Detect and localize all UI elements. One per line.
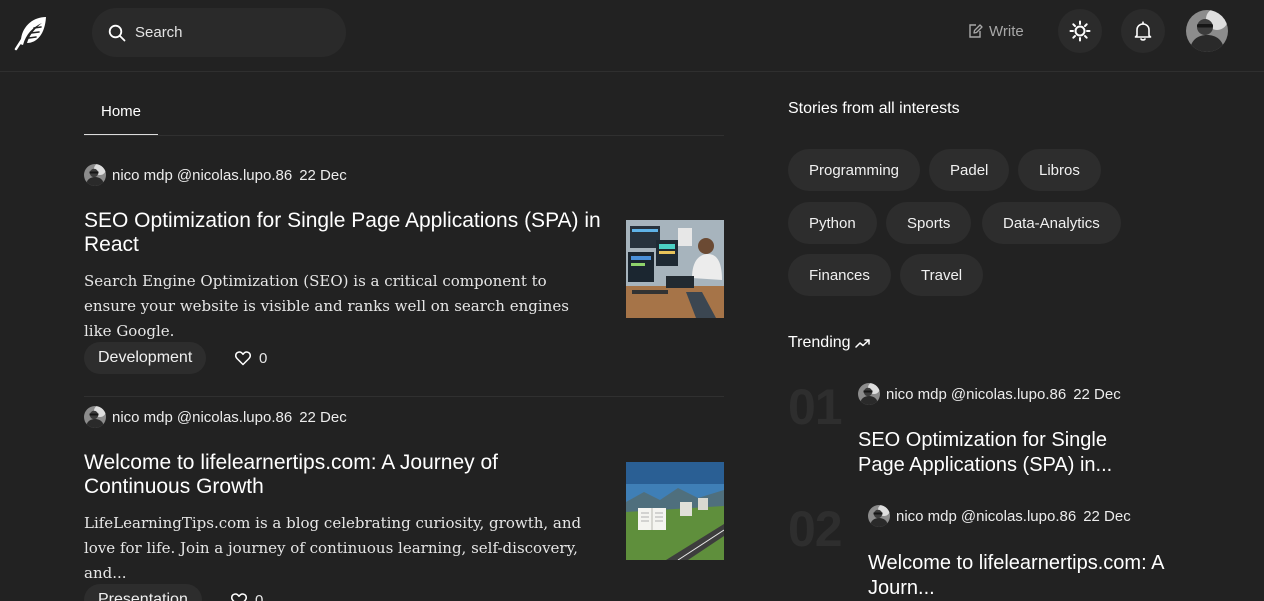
author-handle[interactable]: @nicolas.lupo.86 xyxy=(961,508,1076,525)
author-avatar[interactable] xyxy=(858,383,880,405)
trending-up-icon xyxy=(854,339,870,348)
interest-chip-data-analytics[interactable]: Data-Analytics xyxy=(982,202,1121,244)
like-count: 0 xyxy=(259,349,268,367)
post-thumbnail[interactable] xyxy=(626,220,724,318)
like-button[interactable]: 0 xyxy=(234,348,267,368)
feed-tabs: Home xyxy=(84,88,724,136)
heart-icon xyxy=(231,593,247,601)
trending-rank: 01 xyxy=(788,379,843,435)
trending-date: 22 Dec xyxy=(1083,507,1131,525)
top-bar: Search Write xyxy=(0,0,1264,72)
post-date: 22 Dec xyxy=(299,166,347,184)
post-author-line: nico mdp @nicolas.lupo.86 22 Dec xyxy=(84,406,347,428)
search-input[interactable]: Search xyxy=(92,8,346,57)
like-button[interactable]: 0 xyxy=(230,590,263,601)
post-card[interactable]: nico mdp @nicolas.lupo.86 22 Dec SEO Opt… xyxy=(84,164,724,397)
bell-icon xyxy=(1134,21,1152,41)
write-button[interactable]: Write xyxy=(967,21,1024,41)
interest-chip-libros[interactable]: Libros xyxy=(1018,149,1101,191)
author-name[interactable]: nico mdp xyxy=(112,167,173,184)
author-name[interactable]: nico mdp xyxy=(886,386,947,403)
post-tag[interactable]: Presentation xyxy=(84,584,202,601)
interests-title: Stories from all interests xyxy=(788,100,960,117)
author-handle[interactable]: @nicolas.lupo.86 xyxy=(177,167,292,184)
write-icon xyxy=(969,24,983,38)
post-thumbnail[interactable] xyxy=(626,462,724,560)
author-avatar[interactable] xyxy=(84,164,106,186)
tab-home[interactable]: Home xyxy=(84,88,158,135)
author-avatar[interactable] xyxy=(84,406,106,428)
write-label: Write xyxy=(989,22,1024,40)
user-avatar[interactable] xyxy=(1186,10,1228,52)
author-name[interactable]: nico mdp xyxy=(896,508,957,525)
author-handle[interactable]: @nicolas.lupo.86 xyxy=(951,386,1066,403)
sun-icon xyxy=(1069,20,1091,42)
search-icon xyxy=(108,24,126,41)
post-divider xyxy=(84,396,724,397)
author-handle[interactable]: @nicolas.lupo.86 xyxy=(177,409,292,426)
like-count: 0 xyxy=(255,591,264,601)
interest-chip-python[interactable]: Python xyxy=(788,202,877,244)
interest-chip-programming[interactable]: Programming xyxy=(788,149,921,191)
search-placeholder: Search xyxy=(135,24,183,41)
trending-rank: 02 xyxy=(788,501,843,557)
interest-chip-finances[interactable]: Finances xyxy=(788,254,891,296)
post-excerpt: Search Engine Optimization (SEO) is a cr… xyxy=(84,272,569,340)
feather-logo-icon[interactable] xyxy=(12,12,52,52)
post-card[interactable]: nico mdp @nicolas.lupo.86 22 Dec Welcome… xyxy=(84,406,724,601)
trending-title: Trending xyxy=(788,334,871,352)
post-date: 22 Dec xyxy=(299,408,347,426)
trending-post-title[interactable]: Welcome to lifelearnertips.com: A Journ.… xyxy=(868,551,1168,601)
post-title[interactable]: SEO Optimization for Single Page Applica… xyxy=(84,209,604,257)
interest-chip-padel[interactable]: Padel xyxy=(929,149,1010,191)
theme-toggle-button[interactable] xyxy=(1058,9,1102,53)
trending-date: 22 Dec xyxy=(1073,385,1121,403)
post-author-line: nico mdp @nicolas.lupo.86 22 Dec xyxy=(84,164,347,186)
interest-chip-travel[interactable]: Travel xyxy=(900,254,984,296)
post-tag[interactable]: Development xyxy=(84,342,207,374)
trending-author-line: nico mdp @nicolas.lupo.86 22 Dec xyxy=(868,505,1131,527)
post-excerpt: LifeLearningTips.com is a blog celebrati… xyxy=(84,514,582,582)
heart-icon xyxy=(235,351,251,366)
author-name[interactable]: nico mdp xyxy=(112,409,173,426)
trending-author-line: nico mdp @nicolas.lupo.86 22 Dec xyxy=(858,383,1121,405)
trending-label: Trending xyxy=(788,334,851,351)
interest-chip-sports[interactable]: Sports xyxy=(886,202,972,244)
trending-post-title[interactable]: SEO Optimization for Single Page Applica… xyxy=(858,428,1158,478)
notifications-button[interactable] xyxy=(1121,9,1165,53)
post-title[interactable]: Welcome to lifelearnertips.com: A Journe… xyxy=(84,451,604,499)
author-avatar[interactable] xyxy=(868,505,890,527)
